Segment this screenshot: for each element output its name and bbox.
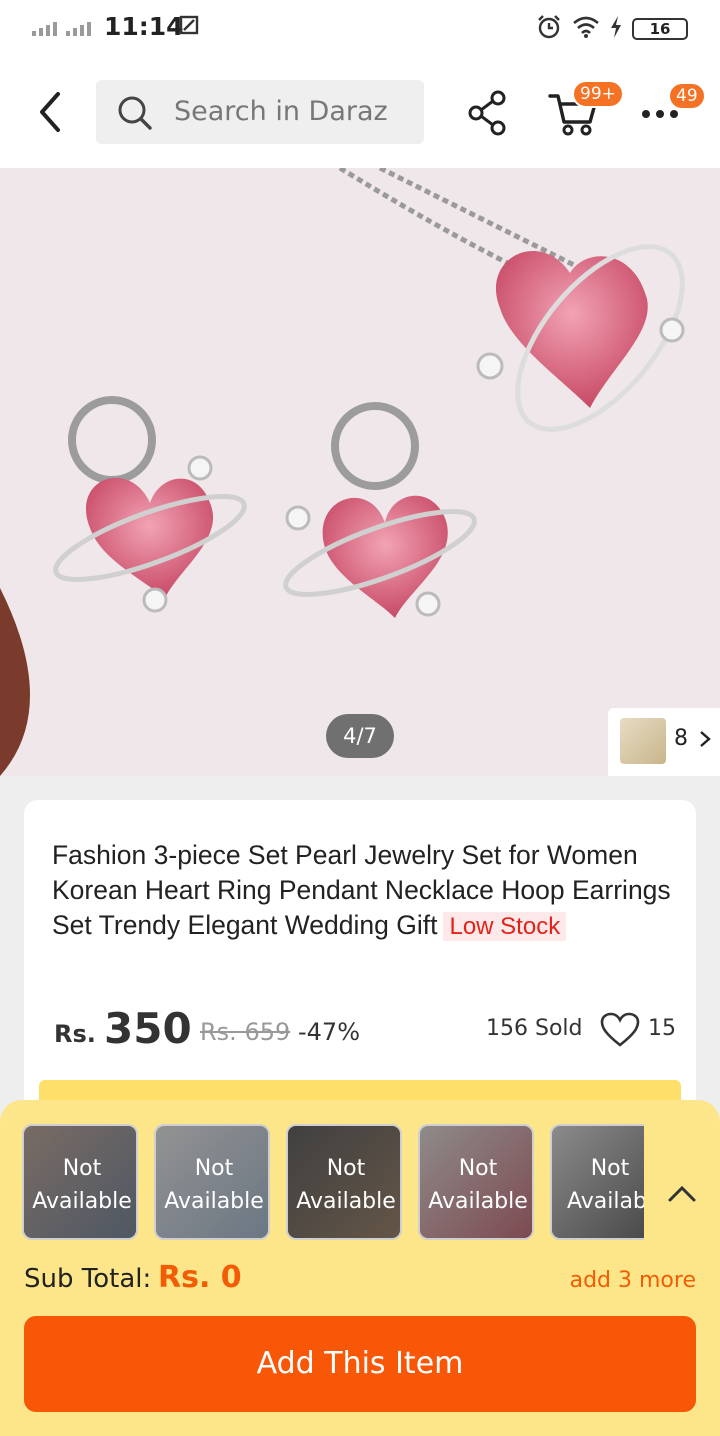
share-button[interactable] bbox=[464, 88, 512, 138]
low-stock-badge: Low Stock bbox=[443, 912, 567, 941]
more-menu-button[interactable]: 49 bbox=[638, 82, 706, 138]
add-more-hint: add 3 more bbox=[569, 1268, 696, 1293]
availability-label: Not Available bbox=[164, 1156, 264, 1214]
image-thumbnails-button[interactable]: 8 bbox=[608, 708, 720, 776]
availability-label: Not Available bbox=[32, 1156, 132, 1214]
bundle-item[interactable]: Not Available bbox=[22, 1124, 138, 1240]
charging-icon bbox=[610, 16, 622, 42]
thumbnail-image bbox=[620, 718, 666, 764]
wifi-icon bbox=[572, 15, 600, 43]
cart-button[interactable]: 99+ bbox=[548, 80, 624, 140]
bundle-item[interactable]: NotAvailabl bbox=[550, 1124, 644, 1240]
product-image[interactable]: 4/7 8 bbox=[0, 168, 720, 776]
message-badge: 49 bbox=[668, 82, 706, 110]
bundle-items-list: Not Available Not Available Not Available N… bbox=[22, 1122, 644, 1240]
chevron-right-icon bbox=[700, 731, 711, 747]
subtotal-label: Sub Total: bbox=[24, 1264, 152, 1294]
availability-label: Not Available bbox=[296, 1156, 396, 1214]
price-currency: Rs. bbox=[54, 1020, 96, 1048]
thumbnail-count: 8 bbox=[674, 726, 713, 751]
bundle-panel: Not Available Not Available Not Available N… bbox=[0, 1100, 720, 1436]
top-nav: Search in Daraz 99+ 49 bbox=[0, 58, 720, 168]
availability-label: Not Available bbox=[428, 1156, 528, 1214]
image-counter: 4/7 bbox=[326, 714, 394, 758]
status-time: 11:14 bbox=[104, 12, 184, 41]
back-button[interactable] bbox=[28, 88, 72, 138]
subtotal-value: Rs. 0 bbox=[158, 1260, 242, 1295]
bundle-item[interactable]: Not Available bbox=[418, 1124, 534, 1240]
status-bar: 11:14 16 bbox=[0, 0, 720, 58]
discount-percent: -47% bbox=[298, 1018, 361, 1046]
wishlist-count: 15 bbox=[648, 1016, 676, 1041]
product-title: Fashion 3-piece Set Pearl Jewelry Set fo… bbox=[52, 840, 671, 941]
search-placeholder: Search in Daraz bbox=[174, 96, 388, 127]
product-photo bbox=[0, 168, 720, 776]
cart-badge: 99+ bbox=[572, 80, 624, 108]
heart-icon[interactable] bbox=[600, 1012, 640, 1052]
add-this-item-button[interactable]: Add This Item bbox=[24, 1316, 696, 1412]
collapse-button[interactable] bbox=[660, 1176, 704, 1212]
alarm-icon bbox=[536, 14, 562, 44]
product-info-card: Fashion 3-piece Set Pearl Jewelry Set fo… bbox=[24, 800, 696, 1120]
bundle-item[interactable]: Not Available bbox=[286, 1124, 402, 1240]
availability-label: NotAvailabl bbox=[566, 1156, 644, 1214]
sold-count: 156 Sold bbox=[486, 1016, 583, 1041]
battery-icon: 16 bbox=[632, 18, 688, 40]
search-icon bbox=[116, 94, 154, 136]
chevron-up-icon bbox=[668, 1185, 696, 1202]
search-input[interactable]: Search in Daraz bbox=[96, 80, 424, 144]
original-price: Rs. 659 bbox=[200, 1018, 291, 1046]
current-price: 350 bbox=[104, 1004, 192, 1053]
screenshot-icon bbox=[178, 14, 200, 42]
price-row: Rs. 350 Rs. 659 -47% 156 Sold 15 bbox=[54, 1004, 676, 1054]
signal-icon bbox=[32, 22, 91, 36]
bundle-item[interactable]: Not Available bbox=[154, 1124, 270, 1240]
